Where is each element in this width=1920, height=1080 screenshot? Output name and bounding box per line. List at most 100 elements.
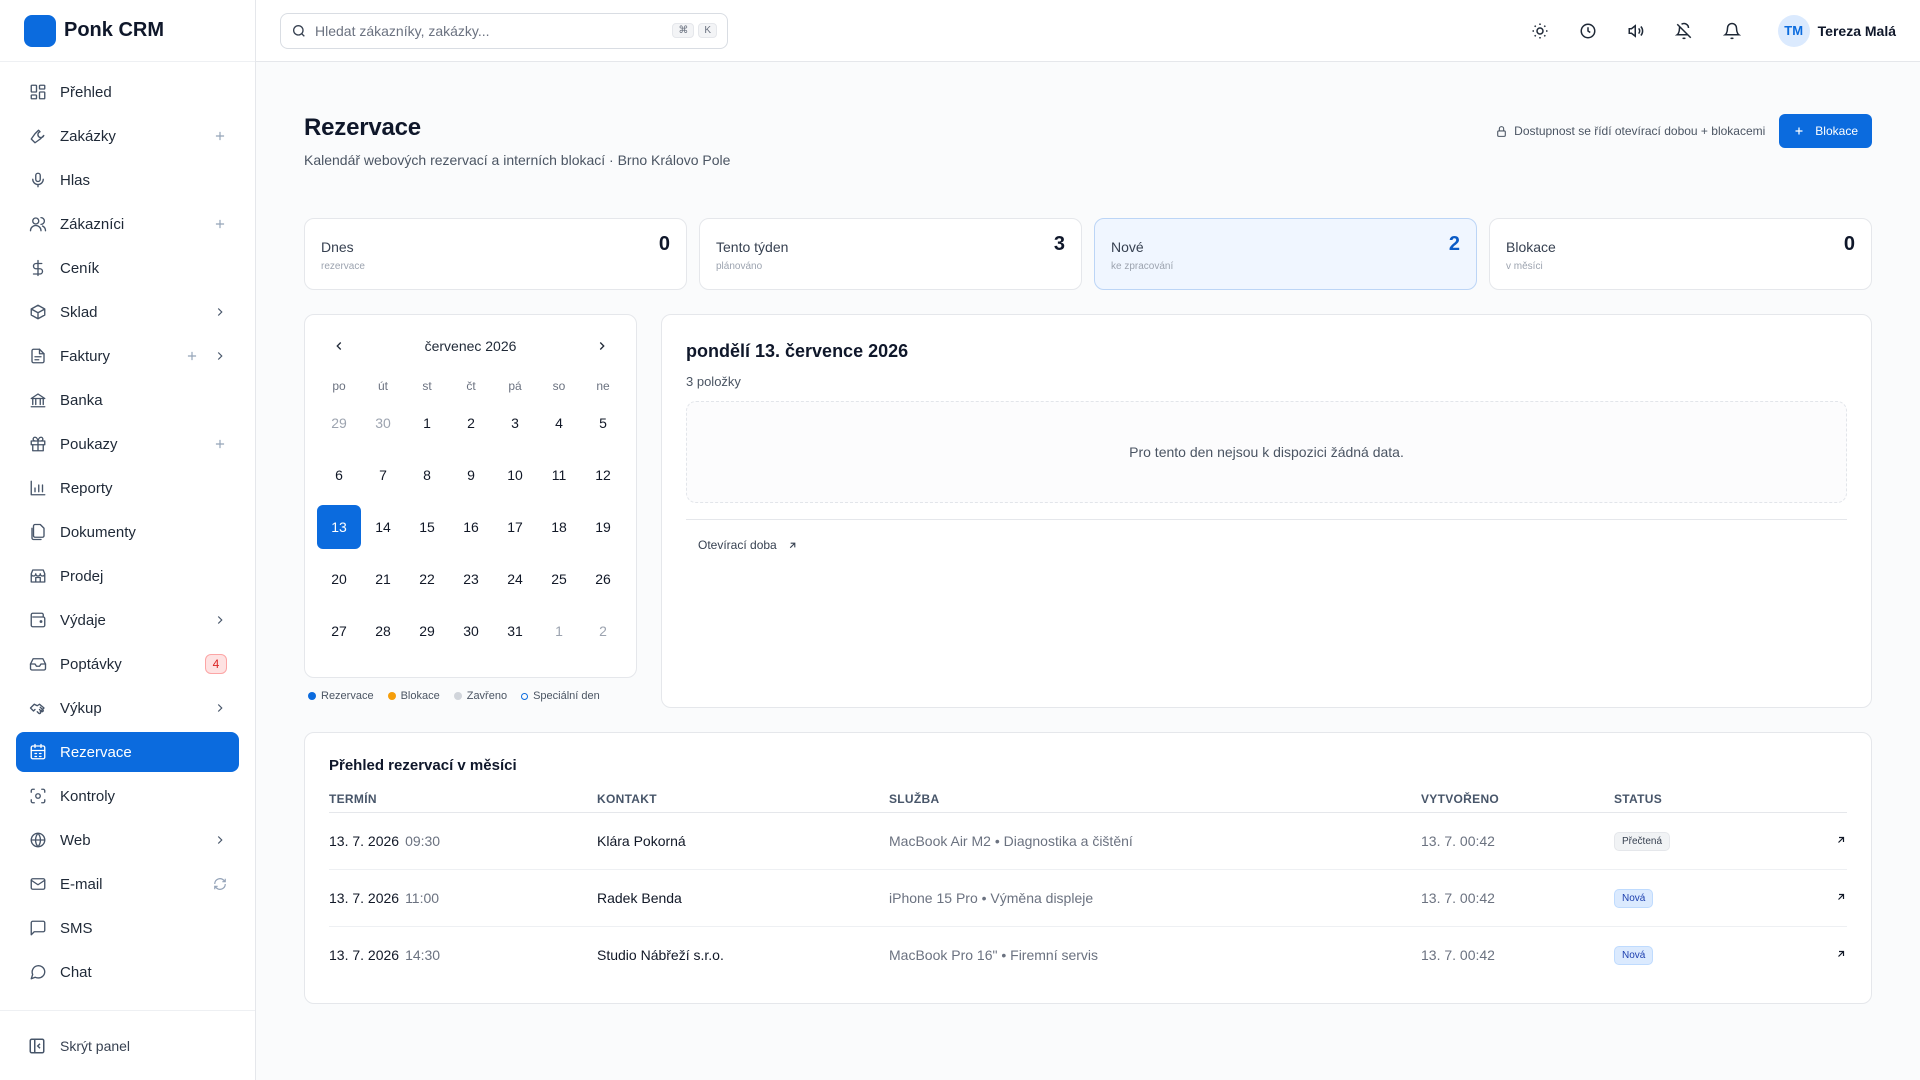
calendar-day[interactable]: 29 xyxy=(317,401,361,445)
chevron-right-icon[interactable] xyxy=(213,349,227,363)
calendar-day[interactable]: 4 xyxy=(537,401,581,445)
sidebar-item-actions xyxy=(213,305,227,319)
calendar-day[interactable]: 5 xyxy=(581,401,625,445)
stat-card[interactable]: Blokace v měsíci 0 xyxy=(1489,218,1872,290)
sidebar-item-web[interactable]: Web xyxy=(16,820,239,860)
empty-text: Pro tento den nejsou k dispozici žádná d… xyxy=(1129,444,1404,460)
sidebar-item-faktury[interactable]: Faktury xyxy=(16,336,239,376)
calendar-day[interactable]: 2 xyxy=(449,401,493,445)
calendar-day[interactable]: 19 xyxy=(581,505,625,549)
sun-icon[interactable] xyxy=(1530,21,1550,41)
sidebar-item-label: Web xyxy=(60,831,91,849)
calendar-day[interactable]: 8 xyxy=(405,453,449,497)
sync-icon[interactable] xyxy=(213,877,227,891)
calendar-day[interactable]: 17 xyxy=(493,505,537,549)
open-row-button[interactable] xyxy=(1807,926,1847,983)
sidebar-item-poptavky[interactable]: Poptávky 4 xyxy=(16,644,239,684)
open-row-button[interactable] xyxy=(1807,869,1847,927)
calendar-day-selected[interactable]: 13 xyxy=(317,505,361,549)
sidebar-item-zakaznici[interactable]: Zákazníci xyxy=(16,204,239,244)
calendar-day[interactable]: 11 xyxy=(537,453,581,497)
calendar-day[interactable]: 10 xyxy=(493,453,537,497)
calendar-day[interactable]: 31 xyxy=(493,609,537,653)
calendar-day[interactable]: 20 xyxy=(317,557,361,601)
bell-off-icon[interactable] xyxy=(1674,21,1694,41)
calendar-day[interactable]: 15 xyxy=(405,505,449,549)
hide-panel-button[interactable]: Skrýt panel xyxy=(0,1010,255,1080)
plus-icon[interactable] xyxy=(213,437,227,451)
sidebar-item-dokumenty[interactable]: Dokumenty xyxy=(16,512,239,552)
stat-hint: v měsíci xyxy=(1506,261,1543,272)
calendar-day[interactable]: 27 xyxy=(317,609,361,653)
shortcut-k: K xyxy=(698,23,717,38)
weekday-label: út xyxy=(377,379,388,393)
brand[interactable]: Ponk CRM xyxy=(0,0,255,62)
stat-card[interactable]: Dnes rezervace 0 xyxy=(304,218,687,290)
open-row-button[interactable] xyxy=(1807,812,1847,870)
sidebar-item-zakazky[interactable]: Zakázky xyxy=(16,116,239,156)
next-month-button[interactable] xyxy=(588,332,616,360)
stat-hint: ke zpracování xyxy=(1111,261,1174,272)
chevron-right-icon[interactable] xyxy=(213,613,227,627)
opening-hours-link[interactable]: Otevírací doba xyxy=(686,538,1847,552)
calendar-day[interactable]: 18 xyxy=(537,505,581,549)
calendar-day[interactable]: 21 xyxy=(361,557,405,601)
calendar-day[interactable]: 28 xyxy=(361,609,405,653)
sidebar-item-poukazy[interactable]: Poukazy xyxy=(16,424,239,464)
table-header-row: TERMÍN KONTAKT SLUŽBA VYTVOŘENO STATUS xyxy=(329,786,1847,813)
plus-icon[interactable] xyxy=(185,349,199,363)
calendar-day[interactable]: 12 xyxy=(581,453,625,497)
sidebar-item-banka[interactable]: Banka xyxy=(16,380,239,420)
calendar-day[interactable]: 7 xyxy=(361,453,405,497)
bell-icon[interactable] xyxy=(1722,21,1742,41)
table-row[interactable]: 13. 7. 2026 14:30 Studio Nábřeží s.r.o. Mac… xyxy=(329,926,1847,983)
calendar-day[interactable]: 23 xyxy=(449,557,493,601)
calendar-day[interactable]: 6 xyxy=(317,453,361,497)
calendar-day[interactable]: 30 xyxy=(361,401,405,445)
sidebar-item-e-mail[interactable]: E-mail xyxy=(16,864,239,904)
calendar-day[interactable]: 25 xyxy=(537,557,581,601)
table-row[interactable]: 13. 7. 2026 11:00 Radek Benda iPhone 15 Pro… xyxy=(329,869,1847,927)
calendar-day[interactable]: 1 xyxy=(537,609,581,653)
add-block-button[interactable]: Blokace xyxy=(1779,114,1872,148)
sidebar-item-cenik[interactable]: Ceník xyxy=(16,248,239,288)
sidebar-item-hlas[interactable]: Hlas xyxy=(16,160,239,200)
sidebar-item-prehled[interactable]: Přehled xyxy=(16,72,239,112)
clock-icon[interactable] xyxy=(1578,21,1598,41)
chevron-right-icon[interactable] xyxy=(213,305,227,319)
stat-card[interactable]: Nové ke zpracování 2 xyxy=(1094,218,1477,290)
stat-card[interactable]: Tento týden plánováno 3 xyxy=(699,218,1082,290)
calendar-day[interactable]: 24 xyxy=(493,557,537,601)
calendar-day[interactable]: 29 xyxy=(405,609,449,653)
users-icon xyxy=(28,214,48,234)
user-menu[interactable]: TM Tereza Malá xyxy=(1777,14,1896,47)
calendar-day[interactable]: 3 xyxy=(493,401,537,445)
chevron-right-icon[interactable] xyxy=(213,833,227,847)
prev-month-button[interactable] xyxy=(325,332,353,360)
sidebar-item-sklad[interactable]: Sklad xyxy=(16,292,239,332)
calendar-day[interactable]: 26 xyxy=(581,557,625,601)
speaker-icon[interactable] xyxy=(1626,21,1646,41)
cell-status: Nová xyxy=(1614,926,1807,983)
calendar-day[interactable]: 1 xyxy=(405,401,449,445)
calendar-day[interactable]: 16 xyxy=(449,505,493,549)
chevron-right-icon[interactable] xyxy=(213,701,227,715)
sidebar-item-reporty[interactable]: Reporty xyxy=(16,468,239,508)
table-row[interactable]: 13. 7. 2026 09:30 Klára Pokorná MacBook Air… xyxy=(329,812,1847,870)
sidebar-item-sms[interactable]: SMS xyxy=(16,908,239,948)
sidebar-item-kontroly[interactable]: Kontroly xyxy=(16,776,239,816)
sidebar-item-rezervace[interactable]: Rezervace xyxy=(16,732,239,772)
plus-icon[interactable] xyxy=(213,129,227,143)
search-input[interactable] xyxy=(315,22,669,39)
sidebar-item-chat[interactable]: Chat xyxy=(16,952,239,992)
calendar-day[interactable]: 22 xyxy=(405,557,449,601)
sidebar-item-vydaje[interactable]: Výdaje xyxy=(16,600,239,640)
plus-icon[interactable] xyxy=(213,217,227,231)
calendar-day[interactable]: 2 xyxy=(581,609,625,653)
calendar-day[interactable]: 30 xyxy=(449,609,493,653)
search-box[interactable]: ⌘ K xyxy=(280,12,728,49)
calendar-day[interactable]: 9 xyxy=(449,453,493,497)
calendar-day[interactable]: 14 xyxy=(361,505,405,549)
sidebar-item-vykup[interactable]: Výkup xyxy=(16,688,239,728)
sidebar-item-prodej[interactable]: Prodej xyxy=(16,556,239,596)
